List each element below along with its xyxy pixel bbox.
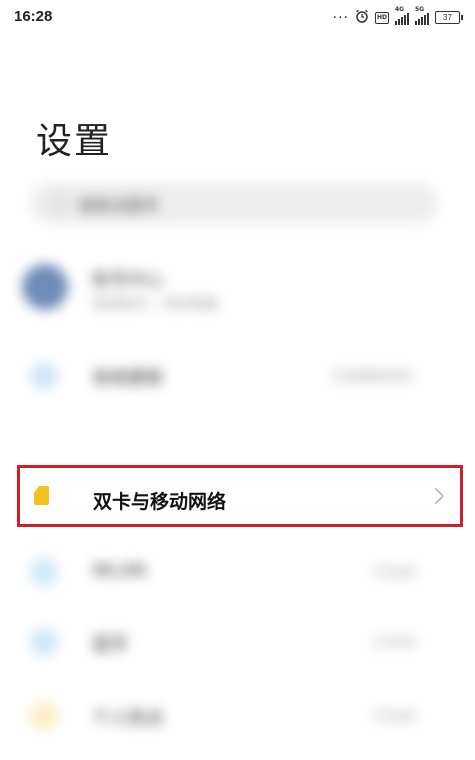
hotspot-icon	[30, 702, 58, 730]
alarm-icon	[355, 9, 369, 26]
settings-item-value: 已关闭	[373, 635, 415, 651]
settings-item-value: 已关闭	[373, 709, 415, 725]
settings-item-label-dual-sim: 双卡与移动网络	[93, 491, 227, 513]
account-name: 账号中心	[92, 270, 164, 291]
account-subtitle: 登录账号，同步数据	[92, 297, 218, 313]
more-notifications-icon: ···	[332, 9, 349, 26]
settings-item-label: 系统更新	[92, 368, 164, 389]
wifi-icon	[30, 558, 58, 586]
chevron-right-icon	[435, 488, 444, 504]
signal-strength-icon-2: 5G	[415, 6, 429, 25]
settings-item-dual-sim[interactable]	[20, 468, 460, 524]
search-input[interactable]: 搜索设置项	[30, 182, 438, 224]
page-title: 设置	[36, 121, 113, 162]
network-type-label-2: 5G	[415, 5, 425, 13]
system-update-icon	[30, 362, 58, 390]
settings-item-bluetooth[interactable]: 蓝牙 已关闭	[0, 628, 475, 658]
status-time: 16:28	[14, 8, 53, 25]
settings-item-label: WLAN	[92, 560, 147, 581]
hd-voice-icon: HD	[374, 11, 389, 24]
battery-level: 37	[435, 11, 460, 24]
status-icons: ··· HD 4G 5G 37	[332, 6, 463, 26]
signal-strength-icon: 4G	[395, 6, 409, 25]
settings-item-hotspot[interactable]: 个人热点 已关闭	[0, 702, 475, 732]
battery-icon: 37	[435, 11, 463, 24]
settings-item-system-update[interactable]: 系统更新 已是最新版本	[0, 362, 475, 392]
settings-item-wlan[interactable]: WLAN 已关闭	[0, 558, 475, 588]
avatar	[22, 264, 68, 310]
network-type-label: 4G	[395, 5, 405, 13]
status-bar: 16:28 ··· HD 4G 5G 37	[0, 0, 475, 34]
search-placeholder: 搜索设置项	[78, 196, 159, 215]
settings-item-value: 已关闭	[373, 565, 415, 581]
settings-item-label: 蓝牙	[92, 634, 128, 655]
account-row[interactable]: 账号中心 登录账号，同步数据	[0, 264, 475, 314]
settings-item-value: 已是最新版本	[331, 369, 415, 385]
settings-item-label: 个人热点	[92, 708, 164, 729]
search-icon	[50, 195, 68, 213]
bluetooth-icon	[30, 628, 58, 656]
